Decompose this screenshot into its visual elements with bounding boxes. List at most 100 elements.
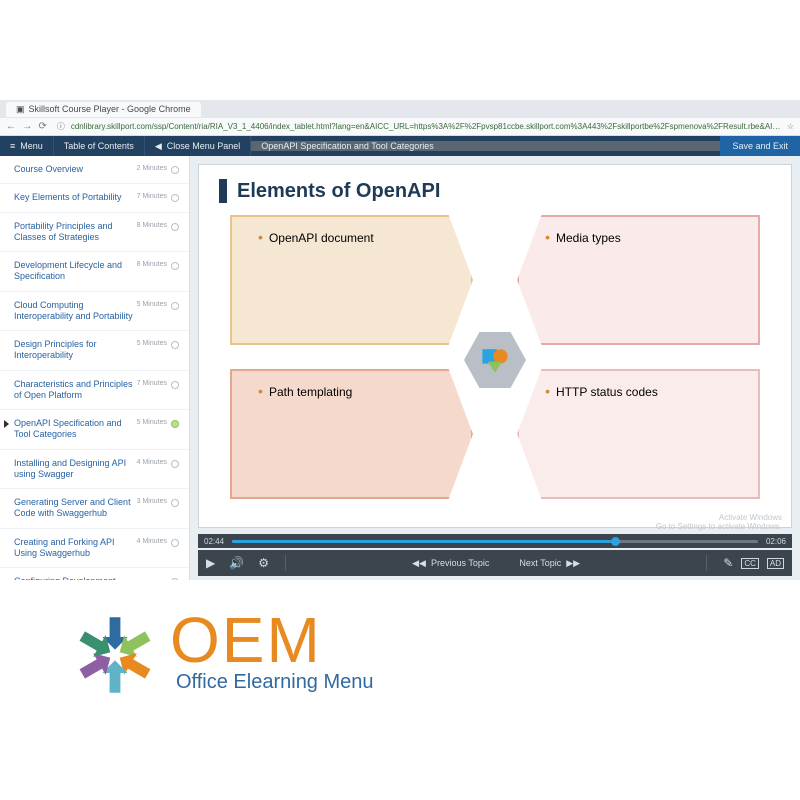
toc-item-duration: 5 Minutes xyxy=(137,301,167,310)
toc-item-active[interactable]: OpenAPI Specification and Tool Categorie… xyxy=(0,410,189,450)
timeline-track[interactable] xyxy=(232,540,758,543)
progress-ring-icon xyxy=(171,341,179,349)
menu-label: Menu xyxy=(20,141,43,151)
settings-icon[interactable]: ⚙ xyxy=(258,556,269,570)
back-icon[interactable]: ← xyxy=(6,121,16,132)
progress-ring-icon xyxy=(171,420,179,428)
toc-item-duration: 7 Minutes xyxy=(137,193,167,202)
toc-item[interactable]: Installing and Designing API using Swagg… xyxy=(0,450,189,490)
toc-item[interactable]: Creating and Forking API Using Swaggerhu… xyxy=(0,529,189,569)
toc-item-duration: 4 Minutes xyxy=(137,538,167,547)
menu-button[interactable]: ≡ Menu xyxy=(0,136,54,156)
toc-item-label: Creating and Forking API Using Swaggerhu… xyxy=(14,537,137,560)
toc-item[interactable]: Cloud Computing Interoperability and Por… xyxy=(0,292,189,332)
progress-ring-icon xyxy=(171,381,179,389)
watermark-line: Activate Windows xyxy=(656,513,782,523)
browser-tab[interactable]: ▣ Skillsoft Course Player - Google Chrom… xyxy=(6,102,201,117)
toc-item[interactable]: Design Principles for Interoperability5 … xyxy=(0,331,189,371)
play-icon[interactable]: ▶ xyxy=(206,556,215,570)
info-icon[interactable]: ⓘ xyxy=(57,121,65,132)
timeline-progress xyxy=(232,540,611,543)
toc-label: Table of Contents xyxy=(64,141,134,151)
toc-item[interactable]: Characteristics and Principles of Open P… xyxy=(0,371,189,411)
transcript-icon[interactable]: ✎ xyxy=(723,556,733,570)
toc-item-label: Characteristics and Principles of Open P… xyxy=(14,379,137,402)
close-panel-label: Close Menu Panel xyxy=(167,141,241,151)
windows-activation-watermark: Activate Windows Go to Settings to activ… xyxy=(656,513,782,532)
forward-icon[interactable]: → xyxy=(22,121,32,132)
chevron-left-icon: ◀ xyxy=(155,141,162,152)
divider xyxy=(706,555,707,571)
toc-item[interactable]: Key Elements of Portability7 Minutes xyxy=(0,184,189,212)
toc-item-label: Generating Server and Client Code with S… xyxy=(14,497,137,520)
box-media-types: •Media types xyxy=(517,215,760,345)
url-field[interactable]: cdnlibrary.skillport.com/ssp/Content/ria… xyxy=(71,122,781,131)
center-hexagon-icon xyxy=(464,332,526,388)
toc-item-label: Configuring Development Environment in G… xyxy=(14,576,137,580)
video-timeline[interactable]: 02:44 02:06 xyxy=(198,534,792,548)
toc-item-label: Key Elements of Portability xyxy=(14,192,137,203)
toc-item-label: Portability Principles and Classes of St… xyxy=(14,221,137,244)
topic-title-bar: OpenAPI Specification and Tool Categorie… xyxy=(251,141,720,151)
progress-ring-icon xyxy=(171,166,179,174)
toc-item[interactable]: Portability Principles and Classes of St… xyxy=(0,213,189,253)
toc-item-label: OpenAPI Specification and Tool Categorie… xyxy=(14,418,137,441)
progress-ring-icon xyxy=(171,578,179,580)
slide-title: Elements of OpenAPI xyxy=(237,180,440,203)
progress-ring-icon xyxy=(171,194,179,202)
toc-item[interactable]: Configuring Development Environment in G… xyxy=(0,568,189,580)
title-accent xyxy=(219,179,227,203)
address-bar: ← → ⟳ ⓘ cdnlibrary.skillport.com/ssp/Con… xyxy=(0,118,800,136)
box-http-status-codes: •HTTP status codes xyxy=(517,369,760,499)
rewind-icon: ◀◀ xyxy=(412,558,426,569)
oem-logo-block: OEM Office Elearning Menu xyxy=(70,610,374,700)
topic-title: OpenAPI Specification and Tool Categorie… xyxy=(261,141,433,151)
toc-item-label: Course Overview xyxy=(14,164,137,175)
volume-icon[interactable]: 🔊 xyxy=(229,556,244,570)
table-of-contents[interactable]: Course Overview2 Minutes Key Elements of… xyxy=(0,156,190,580)
player-controls: ▶ 🔊 ⚙ ◀◀ Previous Topic Next Topic ▶▶ ✎ CC… xyxy=(198,550,792,576)
progress-ring-icon xyxy=(171,539,179,547)
audio-description-icon[interactable]: AD xyxy=(767,558,784,569)
content-area: Elements of OpenAPI •OpenAPI document •M… xyxy=(190,156,800,580)
chrome-tab-strip: ▣ Skillsoft Course Player - Google Chrom… xyxy=(0,100,800,118)
box-openapi-document: •OpenAPI document xyxy=(230,215,473,345)
box-path-templating: •Path templating xyxy=(230,369,473,499)
slide-diagram: •OpenAPI document •Media types •Path tem… xyxy=(219,215,771,505)
toc-item-label: Installing and Designing API using Swagg… xyxy=(14,458,137,481)
next-topic-button[interactable]: Next Topic ▶▶ xyxy=(519,558,580,569)
nav-buttons: ← → ⟳ xyxy=(6,121,51,132)
reload-icon[interactable]: ⟳ xyxy=(38,121,46,132)
toc-item[interactable]: Development Lifecycle and Specification8… xyxy=(0,252,189,292)
prev-topic-label: Previous Topic xyxy=(431,558,489,568)
prev-topic-button[interactable]: ◀◀ Previous Topic xyxy=(412,558,489,569)
close-panel-button[interactable]: ◀ Close Menu Panel xyxy=(145,136,251,156)
toc-item[interactable]: Generating Server and Client Code with S… xyxy=(0,489,189,529)
progress-ring-icon xyxy=(171,223,179,231)
time-current: 02:44 xyxy=(204,537,224,546)
next-topic-label: Next Topic xyxy=(519,558,561,568)
cc-icon[interactable]: CC xyxy=(741,558,759,569)
main-panel: Course Overview2 Minutes Key Elements of… xyxy=(0,156,800,580)
toc-item-duration: 8 Minutes xyxy=(137,222,167,231)
toc-item-duration: 8 Minutes xyxy=(137,261,167,270)
progress-ring-icon xyxy=(171,262,179,270)
divider xyxy=(285,555,286,571)
toc-item-duration: 5 Minutes xyxy=(137,419,167,428)
progress-ring-icon xyxy=(171,460,179,468)
toc-item-label: Development Lifecycle and Specification xyxy=(14,260,137,283)
save-exit-button[interactable]: Save and Exit xyxy=(720,136,800,156)
tab-title: Skillsoft Course Player - Google Chrome xyxy=(29,104,191,114)
progress-ring-icon xyxy=(171,302,179,310)
toc-item[interactable]: Course Overview2 Minutes xyxy=(0,156,189,184)
toc-heading: Table of Contents xyxy=(54,136,145,156)
toc-item-duration: 7 Minutes xyxy=(137,380,167,389)
star-icon[interactable]: ☆ xyxy=(787,122,794,131)
forward-icon: ▶▶ xyxy=(566,558,580,569)
toc-item-duration: 5 Minutes xyxy=(137,340,167,349)
page-icon: ▣ xyxy=(16,104,25,115)
hamburger-icon: ≡ xyxy=(10,141,15,151)
timeline-thumb[interactable] xyxy=(611,537,620,546)
browser-window: ▣ Skillsoft Course Player - Google Chrom… xyxy=(0,100,800,580)
progress-ring-icon xyxy=(171,499,179,507)
